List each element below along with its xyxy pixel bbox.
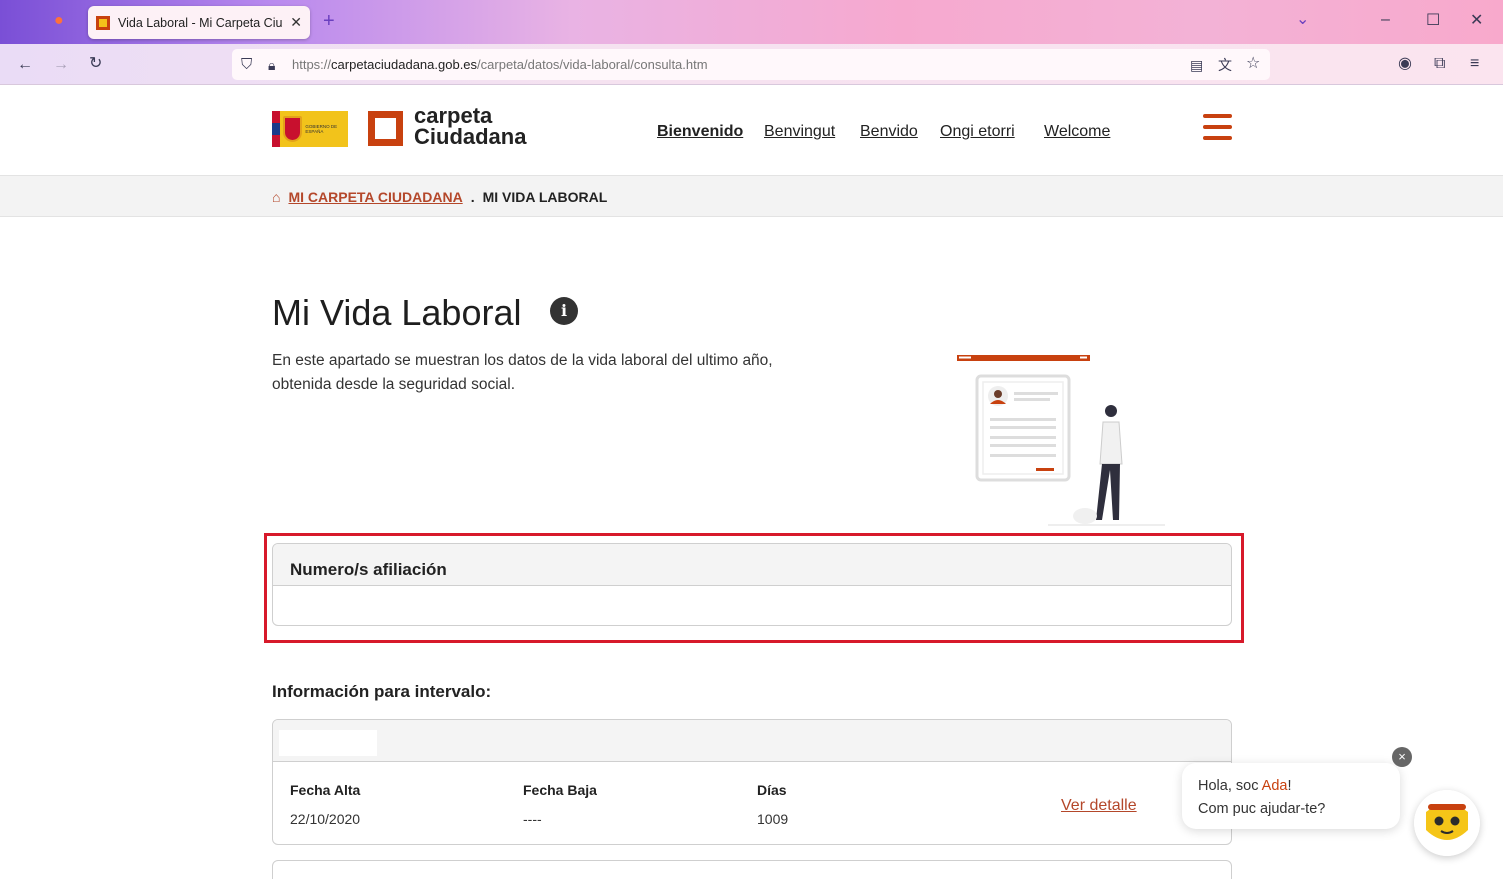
interval-section-title: Información para intervalo:: [272, 682, 492, 701]
chat-greeting-suffix: !: [1287, 778, 1292, 794]
ver-detalle-link[interactable]: Ver detalle: [1061, 797, 1137, 815]
lock-icon[interactable]: 🔒︎: [268, 57, 275, 73]
dias-label: Días: [757, 782, 787, 798]
bookmark-star-icon[interactable]: ☆: [1246, 56, 1260, 72]
minimize-icon[interactable]: –: [1381, 12, 1390, 28]
chat-bot-name: Ada: [1261, 778, 1288, 794]
new-tab-icon[interactable]: +: [323, 11, 335, 31]
translate-icon[interactable]: 文: [1218, 57, 1232, 73]
afiliacion-card-title: Numero/s afiliación: [273, 544, 1231, 586]
ada-robot-avatar-icon[interactable]: [1414, 790, 1480, 856]
page-title: Mi Vida Laboral: [272, 292, 522, 333]
home-icon[interactable]: ⌂: [272, 189, 280, 205]
chat-question: Com puc ajudar-te?: [1198, 801, 1326, 817]
chat-close-icon[interactable]: ×: [1392, 747, 1412, 767]
back-icon[interactable]: ←: [17, 57, 33, 73]
fecha-alta-label: Fecha Alta: [290, 782, 361, 798]
breadcrumb-bar: ⌂ MI CARPETA CIUDADANA . MI VIDA LABORAL: [0, 175, 1503, 217]
breadcrumb-separator: .: [470, 189, 475, 205]
fecha-alta-value: 22/10/2020: [290, 811, 361, 827]
url-prefix: https://: [292, 57, 332, 72]
interval-header-label: [279, 730, 377, 756]
interval-card-next: [272, 860, 1232, 879]
breadcrumb-home-link[interactable]: MI CARPETA CIUDADANA: [288, 189, 462, 205]
interval-card: Fecha Alta 22/10/2020 Fecha Baja ---- Dí…: [272, 719, 1232, 845]
close-window-icon[interactable]: ✕: [1470, 13, 1483, 29]
chat-greeting-prefix: Hola, soc: [1198, 778, 1262, 794]
hamburger-menu-icon[interactable]: [1203, 114, 1232, 140]
afiliacion-card: Numero/s afiliación: [272, 543, 1232, 626]
fecha-baja-value: ----: [523, 811, 542, 827]
gov-logo-text: GOBIERNO DE ESPAÑA: [305, 124, 338, 134]
tab-close-icon[interactable]: ✕: [290, 14, 302, 31]
shield-icon[interactable]: ⛉: [241, 57, 252, 73]
maximize-icon[interactable]: ☐: [1426, 13, 1440, 29]
tab-list-chevron-icon[interactable]: ⌄: [1296, 12, 1309, 28]
dias-value: 1009: [757, 811, 789, 827]
reload-icon[interactable]: ↻: [89, 56, 102, 72]
flag-stripe: [272, 111, 281, 147]
url-path: /carpeta/datos/vida-laboral/consulta.htm: [477, 57, 708, 72]
url-bar[interactable]: ⛉ 🔒︎ https://carpetaciudadana.gob.es/car…: [232, 49, 1270, 80]
url-host: carpetaciudadana.gob.es: [331, 57, 478, 72]
vida-laboral-illustration: [957, 355, 1165, 526]
afiliacion-card-body: [273, 586, 1231, 625]
chat-greeting: Hola, soc Ada!: [1198, 775, 1384, 798]
menu-icon[interactable]: ≡: [1470, 56, 1479, 72]
intro-text: En este apartado se muestran los datos d…: [272, 352, 773, 393]
browser-tab[interactable]: Vida Laboral - Mi Carpeta Ciuda ✕: [88, 6, 310, 39]
site-header: GOBIERNO DE ESPAÑA carpeta Ciudadana Bie…: [0, 85, 1503, 175]
gobierno-espana-logo[interactable]: GOBIERNO DE ESPAÑA: [272, 111, 348, 147]
coat-of-arms-icon: [283, 116, 303, 142]
logo-line1: carpeta: [414, 103, 493, 128]
reader-view-icon[interactable]: ▤: [1190, 57, 1203, 73]
carpeta-ciudadana-logo-icon[interactable]: [368, 111, 403, 146]
breadcrumb-current: MI VIDA LABORAL: [482, 189, 608, 205]
lang-link-es[interactable]: Bienvenido: [657, 123, 743, 141]
breadcrumb: ⌂ MI CARPETA CIUDADANA . MI VIDA LABORAL: [272, 189, 607, 205]
extensions-icon[interactable]: ⧉: [1434, 56, 1445, 72]
browser-titlebar: ● Vida Laboral - Mi Carpeta Ciuda ✕ + ⌄ …: [0, 0, 1503, 44]
fecha-baja-label: Fecha Baja: [523, 782, 597, 798]
firefox-icon[interactable]: ●: [54, 13, 64, 29]
carpeta-ciudadana-logo-text[interactable]: carpeta Ciudadana: [414, 103, 527, 149]
logo-line2: Ciudadana: [414, 124, 527, 149]
forward-icon[interactable]: →: [53, 57, 69, 73]
lang-link-eu[interactable]: Ongi etorri: [940, 123, 1015, 141]
lang-link-gl[interactable]: Benvido: [860, 123, 918, 141]
tab-title: Vida Laboral - Mi Carpeta Ciuda: [118, 15, 283, 30]
lang-link-ca[interactable]: Benvingut: [764, 123, 835, 141]
account-avatar-icon[interactable]: ◉: [1398, 56, 1412, 72]
chat-bubble[interactable]: Hola, soc Ada! Com puc ajudar-te?: [1182, 763, 1400, 829]
info-icon[interactable]: i: [550, 297, 578, 325]
browser-navbar: ← → ↻ ⛉ 🔒︎ https://carpetaciudadana.gob.…: [0, 44, 1503, 85]
lang-link-en[interactable]: Welcome: [1044, 123, 1110, 141]
interval-card-header: [273, 720, 1231, 762]
tab-favicon: [96, 15, 110, 30]
